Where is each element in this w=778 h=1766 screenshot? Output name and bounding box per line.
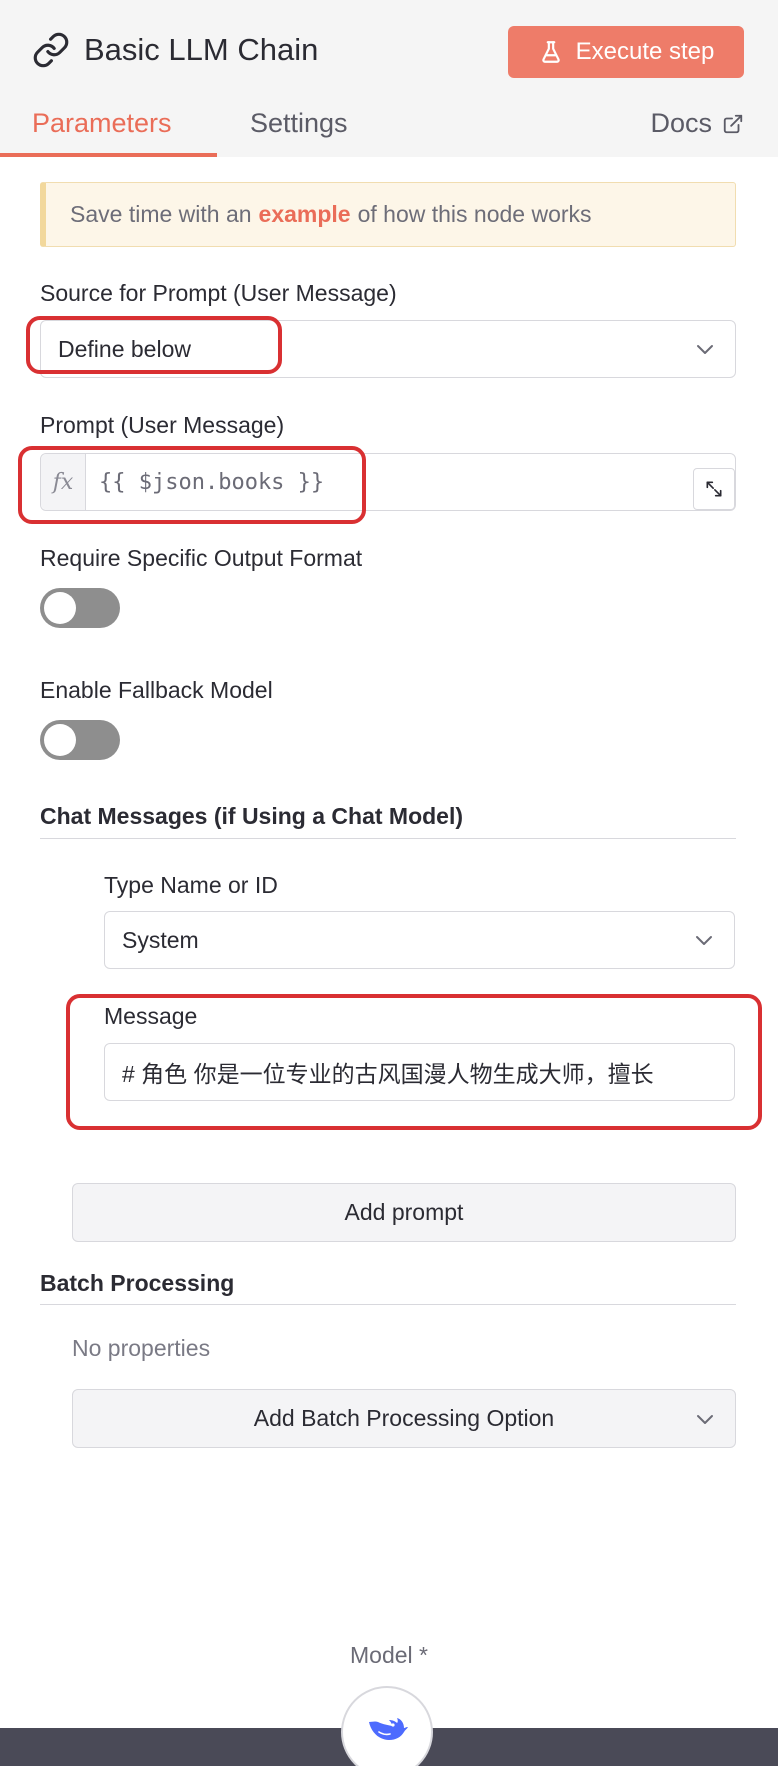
source-prompt-select[interactable]: Define below (40, 320, 736, 378)
panel-header: Basic LLM Chain Execute step Parameters … (0, 0, 778, 157)
node-title: Basic LLM Chain (84, 32, 319, 67)
output-format-label: Require Specific Output Format (40, 545, 363, 571)
example-link[interactable]: example (259, 201, 351, 228)
expand-icon (706, 481, 722, 497)
model-label: Model * (350, 1642, 428, 1668)
tab-parameters[interactable]: Parameters (32, 108, 172, 139)
add-batch-option-label: Add Batch Processing Option (253, 1405, 555, 1431)
section-divider (40, 838, 736, 839)
deepseek-whale-icon (369, 1718, 408, 1740)
node-parameters-panel: Basic LLM Chain Execute step Parameters … (0, 0, 778, 1766)
execute-step-label: Execute step (575, 38, 715, 65)
fallback-toggle[interactable] (40, 720, 120, 760)
chevron-down-icon (696, 936, 712, 945)
expand-editor-button[interactable] (693, 468, 735, 510)
model-connector[interactable] (341, 1686, 433, 1766)
link-chain-icon (32, 31, 70, 69)
tab-docs[interactable]: Docs (650, 108, 744, 139)
prompt-expression-input[interactable]: fx {{ $json.books }} (40, 453, 736, 511)
section-divider (40, 1304, 736, 1305)
chevron-down-icon (697, 345, 713, 354)
tab-bar: Parameters Settings Docs (0, 100, 778, 157)
external-link-icon (723, 114, 743, 133)
message-input[interactable]: # 角色 你是一位专业的古风国漫人物生成大师，擅长 (104, 1043, 735, 1101)
chat-messages-title: Chat Messages (if Using a Chat Model) (40, 803, 464, 829)
prompt-expression-value: {{ $json.books }} (99, 469, 325, 495)
active-tab-underline (0, 153, 217, 157)
batch-processing-title: Batch Processing (40, 1270, 235, 1296)
toggle-knob (44, 724, 76, 756)
fallback-label: Enable Fallback Model (40, 677, 273, 703)
type-name-label: Type Name or ID (104, 872, 278, 898)
add-prompt-button[interactable]: Add prompt (72, 1183, 736, 1242)
execute-step-button[interactable]: Execute step (508, 26, 744, 78)
message-label: Message (104, 1003, 198, 1029)
no-properties-text: No properties (72, 1335, 211, 1361)
prompt-label: Prompt (User Message) (40, 412, 285, 438)
title-row: Basic LLM Chain (32, 24, 318, 76)
docs-label: Docs (650, 108, 712, 138)
source-prompt-label: Source for Prompt (User Message) (40, 280, 397, 306)
add-batch-option-button[interactable]: Add Batch Processing Option (72, 1389, 736, 1448)
example-callout: Save time with an example of how this no… (40, 182, 736, 247)
type-name-select[interactable]: System (104, 911, 735, 969)
toggle-knob (44, 592, 76, 624)
chevron-down-icon (697, 1414, 713, 1424)
fx-icon: fx (41, 454, 86, 510)
callout-text-after: of how this node works (357, 201, 592, 227)
output-format-toggle[interactable] (40, 588, 120, 628)
tab-settings[interactable]: Settings (250, 108, 348, 139)
callout-text-before: Save time with an (70, 201, 252, 227)
flask-icon (541, 41, 560, 63)
type-name-value: System (122, 926, 199, 953)
source-prompt-value: Define below (58, 335, 191, 362)
